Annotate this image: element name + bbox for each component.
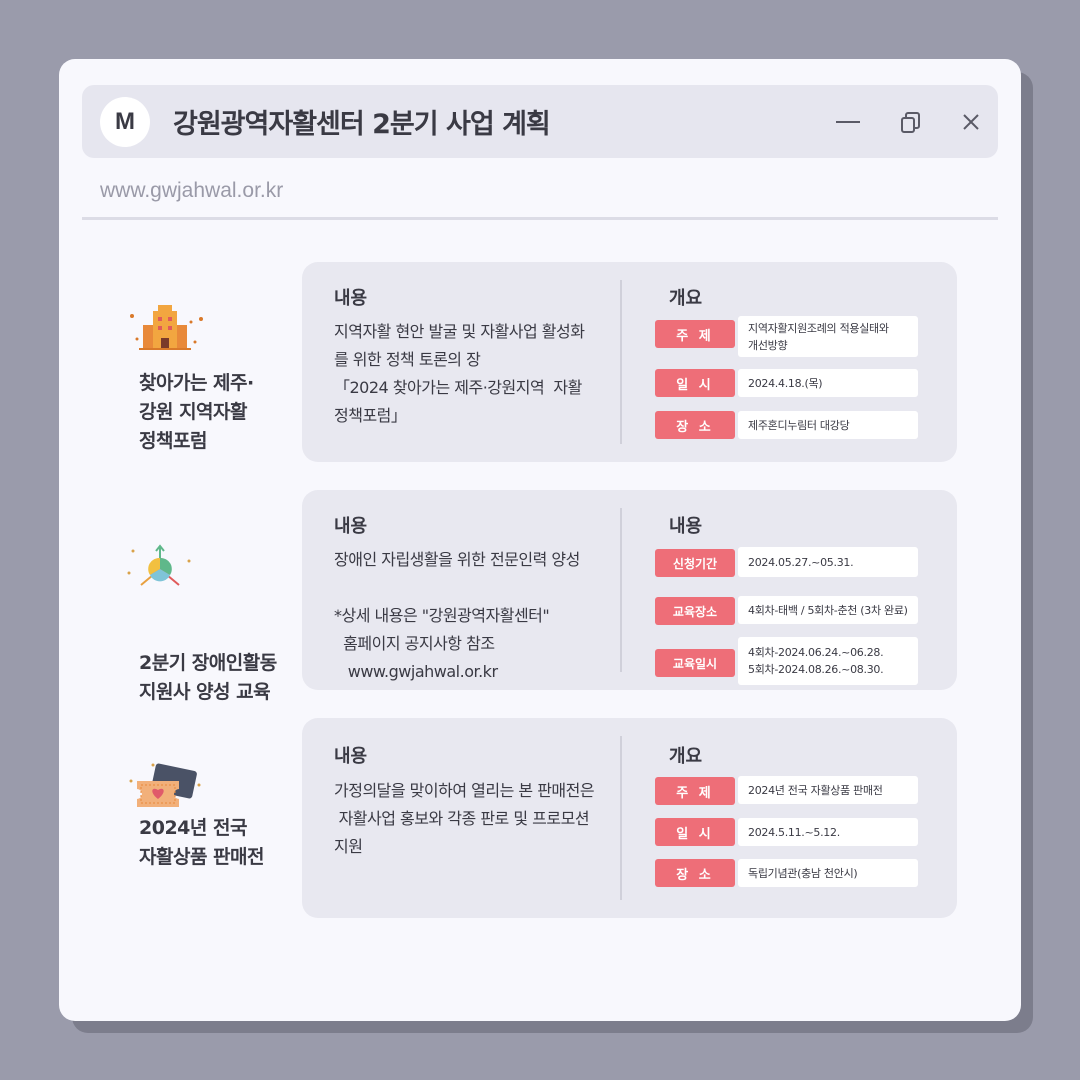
title-bar: M 강원광역자활센터 2분기 사업 계획 [82,85,998,158]
url-text[interactable]: www.gwjahwal.or.kr [100,179,283,203]
info-card-forum: 내용 지역자활 현안 발굴 및 자활사업 활성화 를 위한 정책 토론의 장 「… [302,262,957,462]
value-text: 지역자활지원조례의 적용실태와 개선방향 [748,321,889,352]
value-topic: 지역자활지원조례의 적용실태와 개선방향 [738,316,918,357]
content-heading: 내용 [334,746,368,767]
app-window: M 강원광역자활센터 2분기 사업 계획 www.gwjahwal.or.kr [59,59,1021,1021]
column-divider [620,736,622,900]
description-text: 장애인 자립생활을 위한 전문인력 양성 *상세 내용은 "강원광역자활센터" … [334,550,580,681]
overview-heading: 개요 [669,746,703,767]
label-date: 일 시 [655,369,735,397]
section-title-text: 2024년 전국 자활상품 판매전 [139,817,264,868]
value-date: 2024.5.11.~5.12. [738,818,918,846]
label-topic: 주 제 [655,777,735,805]
description-text: 가정의달을 맞이하여 열리는 본 판매전은 자활사업 홍보와 각종 판로 및 프… [334,781,595,856]
copy-icon[interactable] [897,108,925,136]
value-text: 2024.5.11.~5.12. [748,825,840,839]
section-title-text: 2분기 장애인활동 지원사 양성 교육 [139,652,277,703]
description-text: 지역자활 현안 발굴 및 자활사업 활성화 를 위한 정책 토론의 장 「202… [334,322,585,425]
content-heading: 내용 [334,516,368,537]
minimize-icon[interactable] [834,108,862,136]
label-application-period: 신청기간 [655,549,735,577]
info-card-fair: 내용 가정의달을 맞이하여 열리는 본 판매전은 자활사업 홍보와 각종 판로 … [302,718,957,918]
page-title: 강원광역자활센터 2분기 사업 계획 [173,109,551,140]
content-description: 가정의달을 맞이하여 열리는 본 판매전은 자활사업 홍보와 각종 판로 및 프… [334,777,614,861]
info-card-training: 내용 장애인 자립생활을 위한 전문인력 양성 *상세 내용은 "강원광역자활센… [302,490,957,690]
label-place: 장 소 [655,859,735,887]
value-place: 제주혼디누림터 대강당 [738,411,918,439]
value-text: 2024년 전국 자활상품 판매전 [748,783,883,797]
label-date: 일 시 [655,818,735,846]
close-icon[interactable] [957,108,985,136]
section-title-training: 2분기 장애인활동 지원사 양성 교육 [139,649,309,707]
people-network-icon [125,539,205,599]
section-title-text: 찾아가는 제주· 강원 지역자활 정책포럼 [139,372,254,452]
label-training-place: 교육장소 [655,597,735,625]
label-place: 장 소 [655,411,735,439]
value-text: 2024.4.18.(목) [748,376,823,390]
avatar: M [100,96,150,147]
value-place: 독립기념관(충남 천안시) [738,859,918,887]
overview-heading: 내용 [669,516,703,537]
value-training-dates: 4회차-2024.06.24.~06.28. 5회차-2024.08.26.~0… [738,637,918,685]
value-text: 독립기념관(충남 천안시) [748,866,858,880]
content-heading: 내용 [334,288,368,309]
content-description: 지역자활 현안 발굴 및 자활사업 활성화 를 위한 정책 토론의 장 「202… [334,318,614,430]
building-icon [125,299,205,359]
value-text: 2024.05.27.~05.31. [748,555,854,569]
value-application-period: 2024.05.27.~05.31. [738,547,918,577]
value-training-place: 4회차-태백 / 5회차-춘천 (3차 완료) [738,596,918,624]
column-divider [620,508,622,672]
section-title-forum: 찾아가는 제주· 강원 지역자활 정책포럼 [139,369,309,456]
value-topic: 2024년 전국 자활상품 판매전 [738,776,918,804]
content-description: 장애인 자립생활을 위한 전문인력 양성 *상세 내용은 "강원광역자활센터" … [334,546,614,686]
value-text: 4회차-태백 / 5회차-춘천 (3차 완료) [748,603,908,617]
column-divider [620,280,622,444]
ticket-heart-icon [125,759,205,819]
value-text: 4회차-2024.06.24.~06.28. 5회차-2024.08.26.~0… [748,646,884,676]
label-training-dates: 교육일시 [655,649,735,677]
value-text: 제주혼디누림터 대강당 [748,418,850,432]
overview-heading: 개요 [669,288,703,309]
label-topic: 주 제 [655,320,735,348]
section-title-fair: 2024년 전국 자활상품 판매전 [139,814,309,872]
value-date: 2024.4.18.(목) [738,369,918,397]
url-divider [82,217,998,220]
